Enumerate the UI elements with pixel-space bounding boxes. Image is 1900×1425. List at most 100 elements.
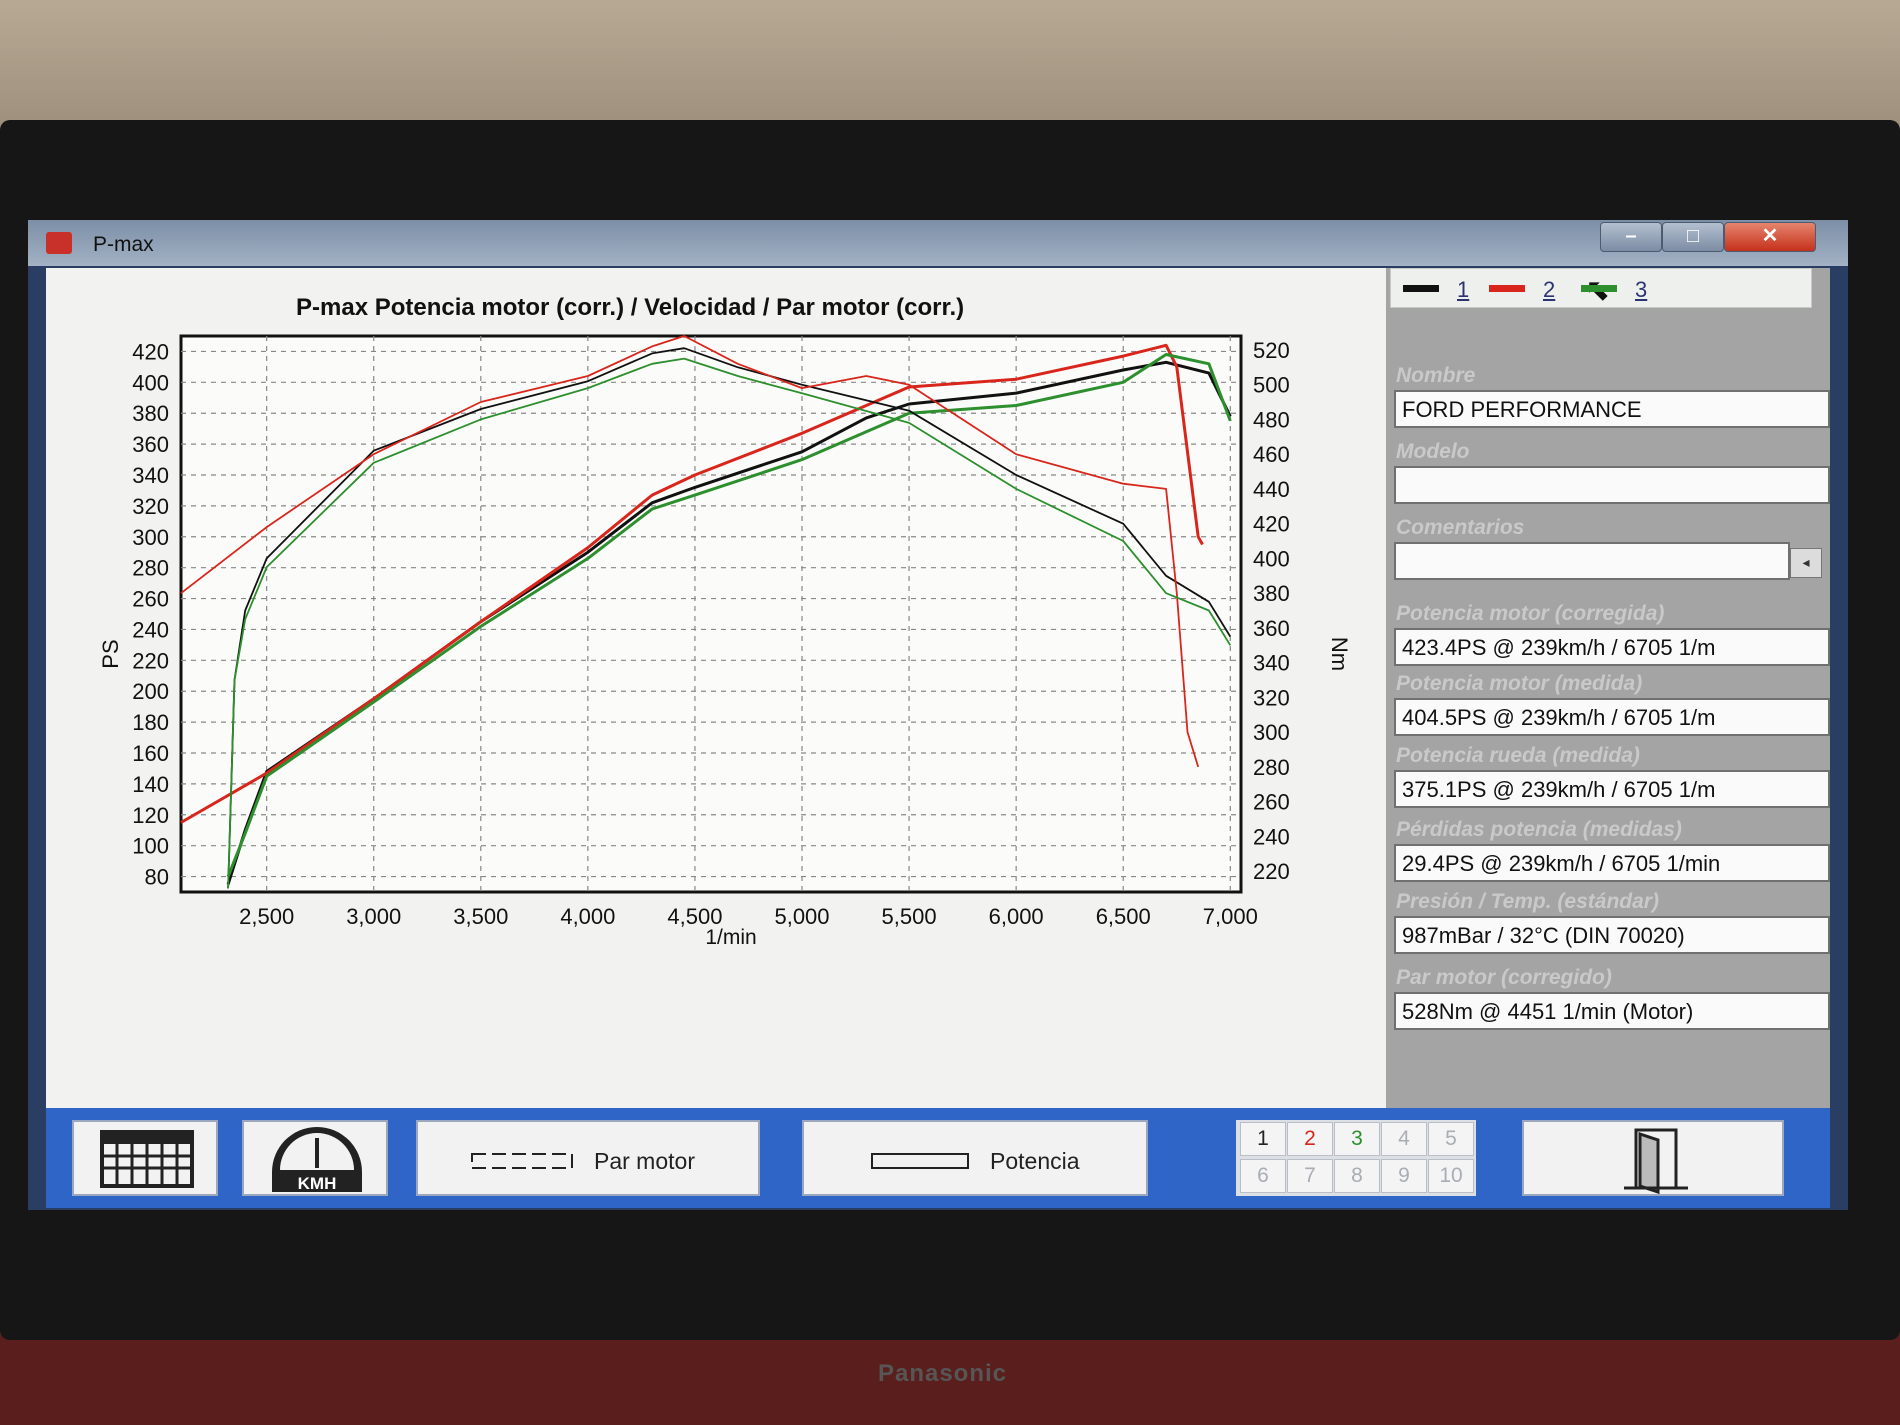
legend-item-1[interactable]: 1 bbox=[1457, 277, 1469, 303]
y-axis-label: PS bbox=[98, 639, 123, 668]
y-tick-label: 220 bbox=[132, 648, 169, 673]
y2-tick-label: 280 bbox=[1253, 755, 1290, 780]
exit-button[interactable] bbox=[1522, 1120, 1784, 1196]
y-tick-label: 260 bbox=[132, 587, 169, 612]
y2-tick-label: 340 bbox=[1253, 651, 1290, 676]
run-button-7[interactable]: 7 bbox=[1287, 1159, 1333, 1193]
kmh-label: KMH bbox=[297, 1174, 337, 1193]
speed-view-button[interactable]: KMH bbox=[242, 1120, 388, 1196]
legend-item-3[interactable]: 3 bbox=[1635, 277, 1647, 303]
monitor-brand: Panasonic bbox=[877, 1360, 1008, 1387]
y-tick-label: 80 bbox=[145, 865, 169, 890]
y2-tick-label: 460 bbox=[1253, 442, 1290, 467]
comentarios-field[interactable] bbox=[1394, 542, 1790, 580]
app-icon bbox=[46, 232, 72, 254]
x-axis-label: 1/min bbox=[705, 926, 756, 949]
run-button-1[interactable]: 1 bbox=[1240, 1122, 1286, 1156]
y2-tick-label: 500 bbox=[1253, 373, 1290, 398]
comentarios-scroll-button[interactable]: ◂ bbox=[1790, 548, 1822, 578]
run-button-10[interactable]: 10 bbox=[1428, 1159, 1474, 1193]
legend-swatch-3 bbox=[1581, 285, 1617, 292]
presion-field: 987mBar / 32°C (DIN 70020) bbox=[1394, 916, 1830, 954]
run-legend: 1 2 ⬉ 3 bbox=[1390, 268, 1812, 308]
x-tick-label: 3,500 bbox=[453, 904, 508, 929]
table-icon bbox=[100, 1130, 194, 1188]
modelo-field[interactable] bbox=[1394, 466, 1830, 504]
run-button-8[interactable]: 8 bbox=[1334, 1159, 1380, 1193]
x-tick-label: 7,000 bbox=[1203, 904, 1258, 929]
run-button-5[interactable]: 5 bbox=[1428, 1122, 1474, 1156]
y-tick-label: 120 bbox=[132, 803, 169, 828]
y-tick-label: 240 bbox=[132, 617, 169, 642]
legend-item-2[interactable]: 2 bbox=[1543, 277, 1555, 303]
y-axis-ticks: 80 100 120 140 160 180 200 220 240 260 280 300 320 34… bbox=[132, 339, 169, 889]
potencia-corregida-label: Potencia motor (corregida) bbox=[1396, 602, 1665, 625]
perdidas-field: 29.4PS @ 239km/h / 6705 1/min bbox=[1394, 844, 1830, 882]
x-tick-label: 4,000 bbox=[560, 904, 615, 929]
potencia-rueda-label: Potencia rueda (medida) bbox=[1396, 744, 1640, 767]
run-button-9[interactable]: 9 bbox=[1381, 1159, 1427, 1193]
table-view-button[interactable] bbox=[72, 1120, 218, 1196]
window-title: P-max bbox=[93, 233, 154, 256]
y2-tick-label: 260 bbox=[1253, 790, 1290, 815]
exit-door-icon bbox=[1624, 1128, 1688, 1195]
run-button-6[interactable]: 6 bbox=[1240, 1159, 1286, 1193]
y2-tick-label: 520 bbox=[1253, 338, 1290, 363]
y2-tick-label: 240 bbox=[1253, 824, 1290, 849]
potencia-corregida-field: 423.4PS @ 239km/h / 6705 1/m bbox=[1394, 628, 1830, 666]
potencia-medida-field: 404.5PS @ 239km/h / 6705 1/m bbox=[1394, 698, 1830, 736]
nombre-field[interactable]: FORD PERFORMANCE bbox=[1394, 390, 1830, 428]
x-tick-label: 2,500 bbox=[239, 904, 294, 929]
y2-tick-label: 420 bbox=[1253, 512, 1290, 537]
y-tick-label: 100 bbox=[132, 834, 169, 859]
dyno-chart: 80 100 120 140 160 180 200 220 240 260 280 300 320 34… bbox=[98, 334, 1352, 949]
plot-area bbox=[179, 334, 1243, 894]
solid-line-icon bbox=[871, 1153, 969, 1169]
run-button-4[interactable]: 4 bbox=[1381, 1122, 1427, 1156]
y2-tick-label: 220 bbox=[1253, 859, 1290, 884]
x-tick-label: 6,000 bbox=[989, 904, 1044, 929]
y2-tick-label: 380 bbox=[1253, 581, 1290, 606]
run-selector: 1 2 3 4 5 6 7 8 9 10 bbox=[1236, 1120, 1476, 1196]
bottom-toolbar: KMH Par motor Potencia 1 2 3 4 5 6 7 8 9… bbox=[46, 1108, 1830, 1208]
app-client-area: P-max Potencia motor (corr.) / Velocidad… bbox=[46, 268, 1830, 1108]
potencia-label: Potencia bbox=[990, 1148, 1080, 1174]
y-tick-label: 400 bbox=[132, 370, 169, 395]
info-panel: 1 2 ⬉ 3 Nombre FORD PERFORMANCE Modelo C… bbox=[1386, 268, 1830, 1108]
nombre-label: Nombre bbox=[1396, 364, 1476, 387]
y-tick-label: 140 bbox=[132, 772, 169, 797]
x-tick-label: 3,000 bbox=[346, 904, 401, 929]
y2-tick-label: 300 bbox=[1253, 720, 1290, 745]
y-tick-label: 420 bbox=[132, 339, 169, 364]
y-tick-label: 300 bbox=[132, 525, 169, 550]
y2-tick-label: 440 bbox=[1253, 477, 1290, 502]
par-motor-button[interactable]: Par motor bbox=[416, 1120, 760, 1196]
window-titlebar[interactable]: P-max – □ ✕ bbox=[28, 220, 1848, 266]
perdidas-label: Pérdidas potencia (medidas) bbox=[1396, 818, 1682, 841]
y2-tick-label: 360 bbox=[1253, 616, 1290, 641]
y-tick-label: 320 bbox=[132, 494, 169, 519]
presion-label: Presión / Temp. (estándar) bbox=[1396, 890, 1659, 913]
legend-swatch-2 bbox=[1489, 285, 1525, 292]
maximize-button[interactable]: □ bbox=[1662, 222, 1724, 252]
y-tick-label: 360 bbox=[132, 432, 169, 457]
potencia-button[interactable]: Potencia bbox=[802, 1120, 1148, 1196]
y2-tick-label: 480 bbox=[1253, 407, 1290, 432]
par-label: Par motor (corregido) bbox=[1396, 966, 1612, 989]
y2-axis-ticks: 220 240 260 280 300 320 340 360 380 400 420 440 460 4… bbox=[1253, 338, 1290, 884]
potencia-medida-label: Potencia motor (medida) bbox=[1396, 672, 1643, 695]
y-tick-label: 280 bbox=[132, 556, 169, 581]
y-tick-label: 340 bbox=[132, 463, 169, 488]
run-button-3[interactable]: 3 bbox=[1334, 1122, 1380, 1156]
legend-swatch-1 bbox=[1403, 285, 1439, 292]
close-button[interactable]: ✕ bbox=[1724, 222, 1816, 252]
run-button-2[interactable]: 2 bbox=[1287, 1122, 1333, 1156]
y-tick-label: 180 bbox=[132, 710, 169, 735]
y-tick-label: 380 bbox=[132, 401, 169, 426]
minimize-button[interactable]: – bbox=[1600, 222, 1662, 252]
modelo-label: Modelo bbox=[1396, 440, 1470, 463]
y2-axis-label: Nm bbox=[1327, 637, 1352, 671]
comentarios-label: Comentarios bbox=[1396, 516, 1525, 539]
x-tick-label: 5,000 bbox=[774, 904, 829, 929]
dashed-line-icon bbox=[471, 1153, 573, 1169]
